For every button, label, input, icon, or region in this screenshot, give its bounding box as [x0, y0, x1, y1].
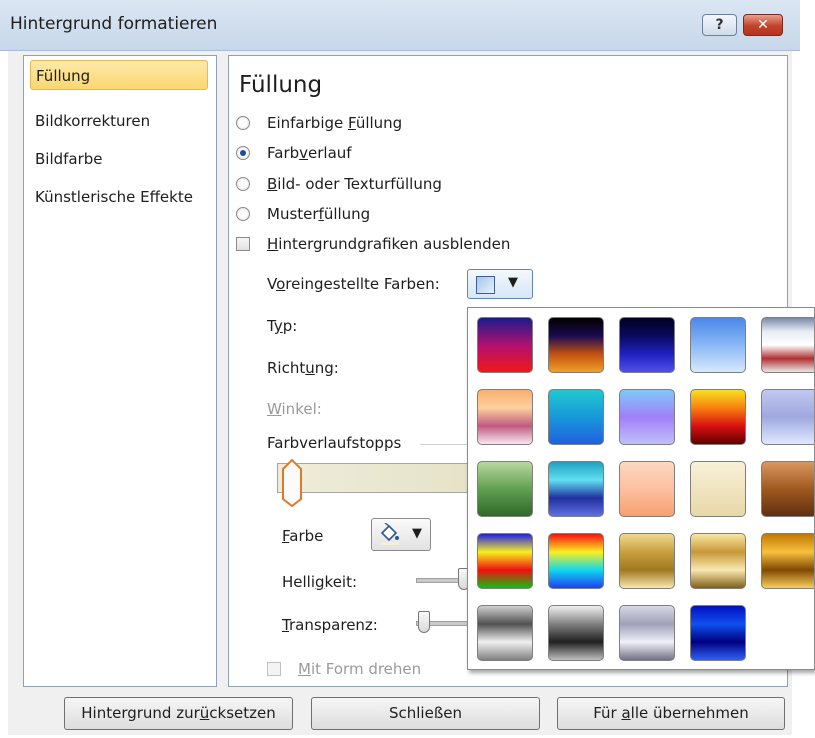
help-button[interactable]: ? — [702, 14, 737, 36]
preset-gradient-swatch[interactable] — [761, 389, 814, 445]
preset-colors-label: Voreingestellte Farben: — [267, 275, 440, 293]
sidebar-item-picture-corrections[interactable]: Bildkorrekturen — [30, 106, 208, 136]
gradient-stops-label: Farbverlaufstopps — [267, 434, 402, 452]
brightness-label: Helligkeit: — [282, 573, 358, 591]
category-sidebar: Füllung Bildkorrekturen Bildfarbe Künstl… — [23, 55, 217, 687]
radio-button[interactable] — [236, 146, 250, 160]
radio-picture-texture-fill[interactable]: Bild- oder Texturfüllung — [236, 173, 442, 195]
sidebar-item-label: Künstlerische Effekte — [35, 188, 193, 206]
paint-bucket-icon — [379, 522, 401, 550]
preset-gradient-swatch[interactable] — [477, 317, 533, 373]
close-button[interactable]: Schließen — [311, 697, 540, 730]
option-label: Farbverlauf — [267, 144, 352, 162]
close-window-button[interactable]: ✕ — [743, 14, 783, 36]
option-label: Bild- oder Texturfüllung — [267, 175, 442, 193]
chevron-down-icon: ▼ — [412, 526, 422, 541]
help-icon: ? — [715, 17, 724, 33]
rotate-with-shape-checkbox[interactable]: Mit Form drehen — [267, 658, 421, 680]
divider — [420, 444, 470, 445]
preset-gradient-swatch[interactable] — [690, 317, 746, 373]
preset-colors-gallery — [467, 307, 815, 670]
checkbox[interactable] — [236, 237, 250, 251]
transparency-slider-thumb[interactable] — [418, 611, 430, 633]
radio-gradient-fill[interactable]: Farbverlauf — [236, 142, 352, 164]
radio-button[interactable] — [236, 116, 250, 130]
sidebar-item-label: Füllung — [36, 67, 91, 85]
color-picker-button[interactable]: ▼ — [371, 518, 431, 551]
radio-solid-fill[interactable]: Einfarbige Füllung — [236, 112, 402, 134]
preset-gradient-swatch[interactable] — [548, 533, 604, 589]
preset-gradient-swatch[interactable] — [548, 461, 604, 517]
radio-pattern-fill[interactable]: Musterfüllung — [236, 203, 370, 225]
preset-gradient-swatch[interactable] — [761, 533, 814, 589]
checkbox[interactable] — [267, 662, 281, 676]
option-label: Hintergrundgrafiken ausblenden — [267, 235, 511, 253]
option-label: Einfarbige Füllung — [267, 114, 403, 132]
chevron-down-icon: ▼ — [508, 275, 518, 290]
preset-gradient-swatch[interactable] — [548, 605, 604, 661]
preset-gradient-swatch[interactable] — [619, 605, 675, 661]
gradient-stop-marker[interactable] — [282, 459, 302, 507]
sidebar-item-label: Bildkorrekturen — [35, 112, 151, 130]
preset-gradient-swatch[interactable] — [477, 605, 533, 661]
title-bar: Hintergrund formatieren ? ✕ — [0, 0, 800, 51]
preset-gradient-swatch[interactable] — [477, 461, 533, 517]
radio-button[interactable] — [236, 177, 250, 191]
direction-label: Richtung: — [267, 359, 339, 377]
type-label: Typ: — [267, 317, 298, 335]
dialog-title: Hintergrund formatieren — [10, 14, 218, 34]
preset-gradient-swatch[interactable] — [690, 461, 746, 517]
option-label: Mit Form drehen — [298, 660, 422, 678]
preset-gradient-swatch[interactable] — [619, 389, 675, 445]
transparency-label: Transparenz: — [282, 616, 378, 634]
gradient-swatch-icon — [476, 276, 495, 294]
section-heading: Füllung — [239, 72, 323, 98]
angle-label: Winkel: — [267, 400, 322, 418]
sidebar-item-fill[interactable]: Füllung — [30, 60, 208, 90]
preset-gradient-swatch[interactable] — [619, 461, 675, 517]
preset-gradient-swatch[interactable] — [690, 389, 746, 445]
sidebar-item-artistic-effects[interactable]: Künstlerische Effekte — [30, 182, 208, 212]
color-label: Farbe — [282, 527, 324, 545]
preset-gradient-swatch[interactable] — [477, 389, 533, 445]
preset-gradient-swatch[interactable] — [761, 317, 814, 373]
preset-gradient-swatch[interactable] — [761, 461, 814, 517]
sidebar-item-picture-color[interactable]: Bildfarbe — [30, 144, 208, 174]
gradient-stops-bar[interactable] — [277, 463, 477, 493]
close-icon: ✕ — [757, 17, 769, 33]
option-label: Musterfüllung — [267, 205, 371, 223]
apply-to-all-button[interactable]: Für alle übernehmen — [557, 697, 785, 730]
radio-button[interactable] — [236, 207, 250, 221]
sidebar-item-label: Bildfarbe — [35, 150, 103, 168]
preset-gradient-swatch[interactable] — [619, 533, 675, 589]
preset-gradient-swatch[interactable] — [690, 533, 746, 589]
reset-background-button[interactable]: Hintergrund zurücksetzen — [64, 697, 293, 730]
preset-gradient-swatch[interactable] — [619, 317, 675, 373]
hide-background-graphics-checkbox[interactable]: Hintergrundgrafiken ausblenden — [236, 233, 510, 255]
preset-gradient-swatch[interactable] — [548, 389, 604, 445]
preset-colors-dropdown-button[interactable]: ▼ — [467, 269, 533, 299]
preset-gradient-swatch[interactable] — [477, 533, 533, 589]
preset-gradient-swatch[interactable] — [548, 317, 604, 373]
preset-gradient-swatch[interactable] — [690, 605, 746, 661]
